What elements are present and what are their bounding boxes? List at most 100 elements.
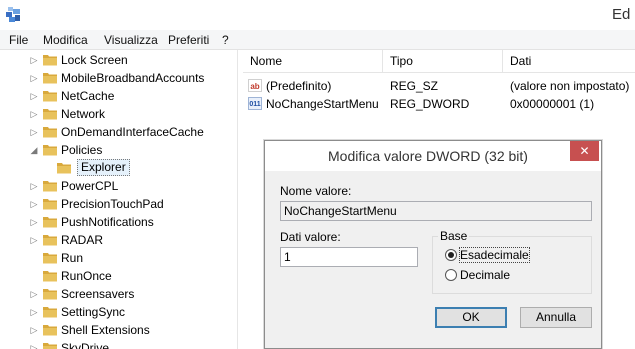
folder-icon <box>43 199 57 210</box>
column-dati[interactable]: Dati <box>503 50 635 73</box>
value-data-field[interactable] <box>280 247 418 267</box>
folder-icon <box>43 91 57 102</box>
tree-item-label: Screensavers <box>61 287 135 301</box>
folder-icon <box>43 343 57 349</box>
menu-modifica[interactable]: Modifica <box>43 33 88 47</box>
tree-item[interactable]: ▷ PushNotifications <box>0 213 237 231</box>
base-label: Base <box>438 229 470 243</box>
tree-item[interactable]: ▷ SkyDrive <box>0 339 237 349</box>
string-value-icon: ab <box>248 79 262 92</box>
tree-item[interactable]: ▷ Network <box>0 105 237 123</box>
expand-icon[interactable]: ▷ <box>29 90 39 102</box>
value-data-label: Dati valore: <box>280 230 341 244</box>
hex-radio[interactable] <box>445 249 457 261</box>
expand-icon[interactable]: ▷ <box>29 180 39 192</box>
tree-item[interactable]: ▷ SettingSync <box>0 303 237 321</box>
cancel-button[interactable]: Annulla <box>520 307 592 328</box>
window-title: Ed <box>612 6 631 23</box>
window-titlebar: Ed <box>0 0 635 30</box>
tree-item-label: OnDemandInterfaceCache <box>61 125 204 139</box>
folder-icon <box>43 271 57 282</box>
tree-item-label: SettingSync <box>61 305 126 319</box>
binary-value-icon: 011 <box>248 97 262 110</box>
menu-help[interactable]: ? <box>222 33 229 47</box>
tree-item[interactable]: RunOnce <box>0 267 237 285</box>
tree-item[interactable]: ▷ Lock Screen <box>0 51 237 69</box>
ok-button[interactable]: OK <box>435 307 507 328</box>
expand-icon[interactable]: ▷ <box>29 108 39 120</box>
collapse-icon[interactable]: ◢ <box>29 144 39 156</box>
tree-item-label: PushNotifications <box>61 215 154 229</box>
value-name-field[interactable] <box>280 201 592 221</box>
folder-icon <box>43 289 57 300</box>
expand-icon[interactable]: ▷ <box>29 342 39 349</box>
folder-icon <box>43 217 57 228</box>
tree-item[interactable]: Explorer <box>0 159 237 177</box>
folder-icon <box>43 145 57 156</box>
expand-icon[interactable]: ▷ <box>29 126 39 138</box>
tree-item-label: RADAR <box>61 233 104 247</box>
dec-radio-label[interactable]: Decimale <box>460 268 510 282</box>
folder-icon <box>57 163 71 174</box>
tree-item[interactable]: ▷ PowerCPL <box>0 177 237 195</box>
base-groupbox <box>432 236 592 294</box>
folder-icon <box>43 181 57 192</box>
value-type: REG_SZ <box>390 79 439 93</box>
tree-item[interactable]: ▷ OnDemandInterfaceCache <box>0 123 237 141</box>
folder-icon <box>43 73 57 84</box>
value-data: 0x00000001 (1) <box>510 97 595 111</box>
folder-icon <box>43 325 57 336</box>
hex-radio-label[interactable]: Esadecimale <box>459 247 530 263</box>
list-header: Nome Tipo Dati <box>243 50 635 73</box>
expand-icon[interactable]: ▷ <box>29 324 39 336</box>
tree-item[interactable]: ▷ Shell Extensions <box>0 321 237 339</box>
tree-item-label: SkyDrive <box>61 341 110 349</box>
tree-item-label: MobileBroadbandAccounts <box>61 71 205 85</box>
list-row[interactable]: 011 NoChangeStartMenu REG_DWORD 0x000000… <box>243 95 635 113</box>
dec-radio[interactable] <box>445 269 457 281</box>
expand-icon[interactable]: ▷ <box>29 306 39 318</box>
tree-item[interactable]: ▷ MobileBroadbandAccounts <box>0 69 237 87</box>
menu-visualizza[interactable]: Visualizza <box>104 33 158 47</box>
expand-icon[interactable]: ▷ <box>29 54 39 66</box>
tree-item[interactable]: ◢ Policies <box>0 141 237 159</box>
expand-icon[interactable]: ▷ <box>29 198 39 210</box>
folder-icon <box>43 253 57 264</box>
column-nome[interactable]: Nome <box>243 50 383 73</box>
list-row[interactable]: ab (Predefinito) REG_SZ (valore non impo… <box>243 77 635 95</box>
close-icon: ✕ <box>579 144 590 158</box>
expand-icon[interactable]: ▷ <box>29 234 39 246</box>
menu-preferiti[interactable]: Preferiti <box>168 33 209 47</box>
tree-item-label: NetCache <box>61 89 115 103</box>
edit-dword-dialog: Modifica valore DWORD (32 bit) ✕ Nome va… <box>264 140 602 349</box>
tree-item[interactable]: ▷ NetCache <box>0 87 237 105</box>
expand-icon <box>29 252 39 264</box>
tree-item-label: Shell Extensions <box>61 323 150 337</box>
tree-item[interactable]: ▷ RADAR <box>0 231 237 249</box>
tree-item[interactable]: ▷ Screensavers <box>0 285 237 303</box>
value-name: NoChangeStartMenu <box>266 97 379 111</box>
tree-item-label: PrecisionTouchPad <box>61 197 164 211</box>
expand-icon[interactable]: ▷ <box>29 216 39 228</box>
expand-icon[interactable]: ▷ <box>29 72 39 84</box>
value-name-label: Nome valore: <box>280 184 352 198</box>
value-data: (valore non impostato) <box>510 79 630 93</box>
value-type: REG_DWORD <box>390 97 470 111</box>
folder-icon <box>43 127 57 138</box>
tree-item-label: PowerCPL <box>61 179 119 193</box>
menu-bar: File Modifica Visualizza Preferiti ? <box>0 30 635 50</box>
expand-icon[interactable]: ▷ <box>29 288 39 300</box>
tree-item[interactable]: Run <box>0 249 237 267</box>
tree-item[interactable]: ▷ PrecisionTouchPad <box>0 195 237 213</box>
tree-item-label: Network <box>61 107 106 121</box>
tree-item-label: Run <box>61 251 84 265</box>
close-button[interactable]: ✕ <box>570 141 599 161</box>
folder-icon <box>43 307 57 318</box>
tree-item-label: Policies <box>61 143 103 157</box>
radio-selected-dot <box>448 252 454 258</box>
dialog-titlebar: Modifica valore DWORD (32 bit) ✕ <box>265 141 601 171</box>
column-tipo[interactable]: Tipo <box>383 50 503 73</box>
folder-icon <box>43 55 57 66</box>
tree-item-label: Explorer <box>77 159 130 176</box>
menu-file[interactable]: File <box>9 33 28 47</box>
